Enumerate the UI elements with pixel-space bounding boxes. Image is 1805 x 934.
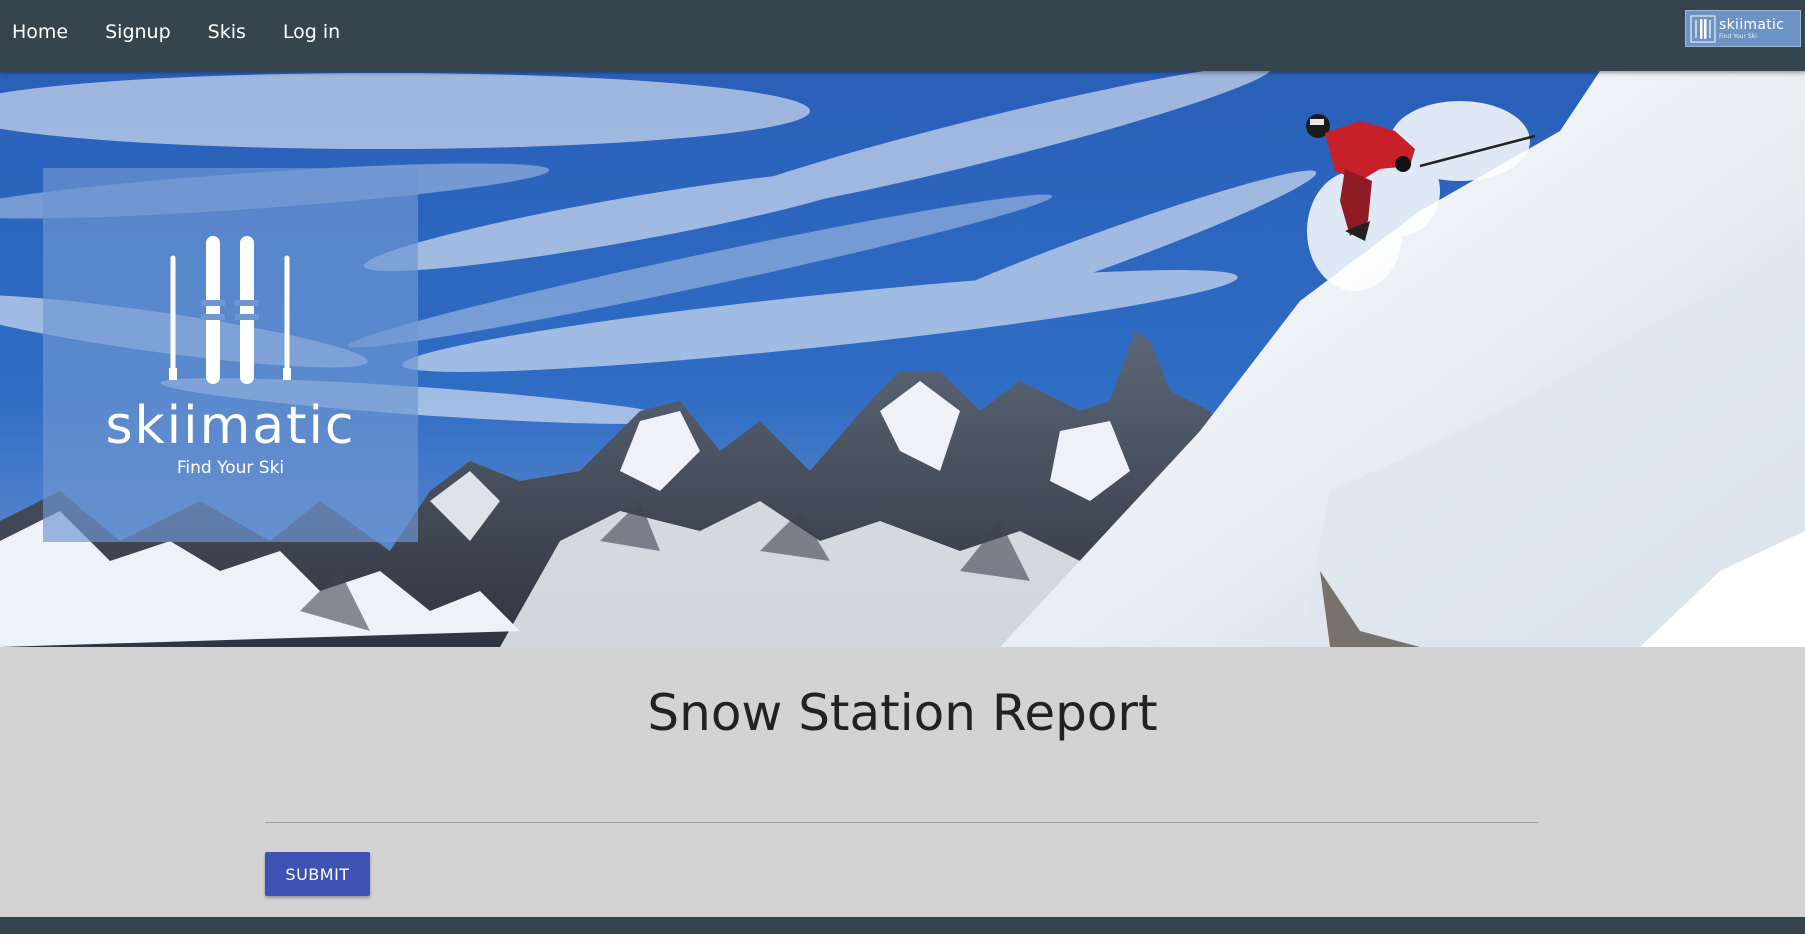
submit-button[interactable]: SUBMIT (265, 852, 370, 896)
nav-logo-name: skiimatic (1719, 16, 1785, 33)
hero-brand-logo: skiimatic Find Your Ski (43, 168, 418, 542)
report-input[interactable] (265, 775, 1538, 823)
hero-logo-name: skiimatic (105, 396, 356, 456)
main-content: Snow Station Report SUBMIT (0, 647, 1805, 917)
nav-logo-tagline: Find Your Ski (1719, 32, 1757, 40)
footer-bar (0, 917, 1805, 934)
nav-link-skis[interactable]: Skis (208, 21, 246, 43)
page-title: Snow Station Report (647, 684, 1158, 742)
nav-link-home[interactable]: Home (12, 21, 68, 43)
nav-link-login[interactable]: Log in (283, 21, 340, 43)
hero-banner: skiimatic Find Your Ski (0, 71, 1805, 647)
top-navbar: Home Signup Skis Log in skiimatic Find Y… (0, 0, 1805, 71)
skis-logo-icon (169, 236, 291, 384)
nav-link-signup[interactable]: Signup (105, 21, 171, 43)
skis-logo-icon (1690, 15, 1716, 42)
nav-brand-logo[interactable]: skiimatic Find Your Ski (1685, 10, 1801, 47)
hero-logo-tagline: Find Your Ski (176, 458, 285, 478)
nav-links: Home Signup Skis Log in (0, 0, 365, 64)
